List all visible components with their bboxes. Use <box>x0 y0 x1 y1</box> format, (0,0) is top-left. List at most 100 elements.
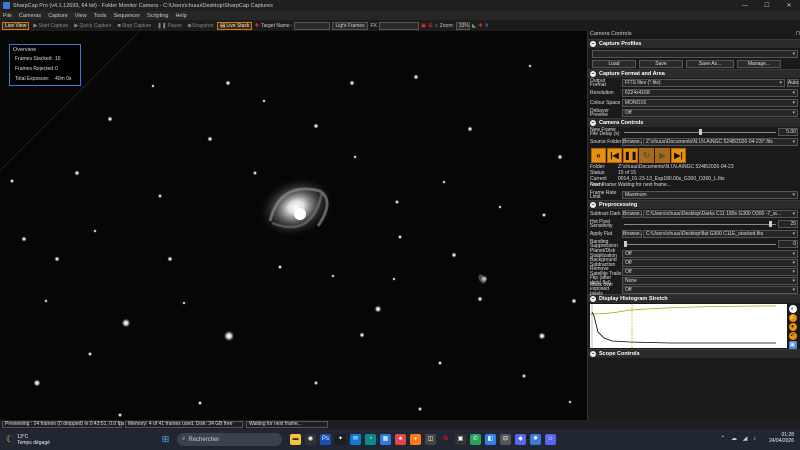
colour-space-select[interactable]: MONO16 <box>622 99 798 107</box>
save-profile-button[interactable]: Save <box>639 60 683 68</box>
banding-value[interactable]: 0 <box>778 240 798 248</box>
skip-back-icon[interactable]: |◀ <box>607 148 622 163</box>
auto-button[interactable]: Auto <box>787 79 799 87</box>
mount-icon[interactable]: ✈ <box>485 23 490 29</box>
auto-stretch-icon[interactable]: ⚡ <box>788 314 797 322</box>
discord-icon[interactable]: ☺ <box>545 434 556 445</box>
output-format-select[interactable]: FITS files (*.fits) <box>622 79 785 87</box>
preprocessing-header[interactable]: – Preprocessing <box>588 200 800 209</box>
taskbar-search[interactable]: ⌕ Rechercher <box>177 433 282 446</box>
flip-select[interactable]: None <box>622 276 798 285</box>
menu-scripting[interactable]: Scripting <box>147 13 168 19</box>
minimize-button[interactable]: — <box>734 3 756 9</box>
maximize-button[interactable]: ☐ <box>756 2 778 9</box>
app-red-icon[interactable]: ♣ <box>395 434 406 445</box>
quick-capture-button[interactable]: ▶ Quick Capture <box>72 22 113 30</box>
rewind-icon[interactable]: « <box>591 148 606 163</box>
load-profile-button[interactable]: Load <box>592 60 636 68</box>
grid-icon[interactable]: ⊞ <box>428 23 433 29</box>
target-name-input[interactable] <box>294 21 331 30</box>
app-dark-icon[interactable]: ▣ <box>455 434 466 445</box>
image-viewport[interactable] <box>0 31 587 420</box>
record-icon[interactable]: ▣ <box>421 23 426 29</box>
file-explorer-icon[interactable]: ▬ <box>290 434 301 445</box>
menu-help[interactable]: Help <box>175 13 186 19</box>
scope-controls-header[interactable]: – Scope Controls <box>588 349 800 358</box>
windows-start-icon[interactable]: ⊞ <box>160 434 171 445</box>
menu-file[interactable]: File <box>3 13 12 19</box>
frame-type-select[interactable]: Light Frames <box>332 21 369 30</box>
zoom-select[interactable]: 33% <box>455 21 470 30</box>
manage-profiles-button[interactable]: Manage... <box>737 60 781 68</box>
hot-pixel-value[interactable]: 25 <box>778 220 798 228</box>
source-folder-select[interactable]: Z:\chuuu\Documents\N.I.N.A\NGC 5248\2026… <box>643 138 798 146</box>
whatsapp-icon[interactable]: ✆ <box>470 434 481 445</box>
snapshot-button[interactable]: ◙ Snapshot <box>186 22 215 30</box>
netflix-icon[interactable]: N <box>440 434 451 445</box>
browse-flat-button[interactable]: Browse... <box>622 230 644 238</box>
app-purple-icon[interactable]: ◆ <box>515 434 526 445</box>
background-select[interactable]: Off <box>622 258 798 267</box>
app-icon[interactable]: ◉ <box>305 434 316 445</box>
capture-format-header[interactable]: – Capture Format and Area <box>588 69 800 78</box>
circle-icon[interactable]: ○ <box>435 23 438 29</box>
hot-pixel-slider[interactable]: 25 <box>622 220 798 228</box>
satellite-select[interactable]: Off <box>622 267 798 276</box>
focus-icon[interactable]: ✚ <box>478 23 483 29</box>
pause-button[interactable]: ❚❚ Pause <box>155 22 183 30</box>
save-icon[interactable]: ▣ <box>788 341 797 349</box>
menu-capture[interactable]: Capture <box>48 13 68 19</box>
photoshop-icon[interactable]: Ps <box>320 434 331 445</box>
app-star-icon[interactable]: ✸ <box>530 434 541 445</box>
live-view-button[interactable]: Live View <box>2 21 30 30</box>
menu-view[interactable]: View <box>75 13 87 19</box>
play-icon[interactable]: ▶ <box>655 148 670 163</box>
live-stack-button[interactable]: ▤ Live Stack <box>217 21 253 30</box>
undo-icon[interactable]: ↶ <box>788 332 797 340</box>
skip-forward-icon[interactable]: ▶| <box>671 148 686 163</box>
browse-source-button[interactable]: Browse... <box>622 138 644 146</box>
planet-select[interactable]: Off <box>622 249 798 258</box>
apply-flat-select[interactable]: C:\Users\chuuu\Desktop\flat G300 C11E_st… <box>643 230 798 238</box>
close-button[interactable]: ✕ <box>778 2 800 9</box>
histogram-header[interactable]: – Display Histogram Stretch <box>588 294 800 303</box>
frame-delay-value[interactable]: 5.00 <box>778 128 798 136</box>
frame-rate-select[interactable]: Maximum <box>622 191 798 199</box>
capture-profiles-header[interactable]: – Capture Profiles <box>588 39 800 48</box>
stop-capture-button[interactable]: ■ Stop Capture <box>116 22 154 30</box>
banding-slider[interactable]: 0 <box>622 240 798 248</box>
pause-icon[interactable]: ❚❚ <box>623 148 638 163</box>
menu-cameras[interactable]: Cameras <box>19 13 41 19</box>
save-as-profile-button[interactable]: Save As... <box>686 60 734 68</box>
edge-icon[interactable]: ◔ <box>365 434 376 445</box>
camera-controls-header[interactable]: – Camera Controls <box>588 118 800 127</box>
app-gray-icon[interactable]: ◫ <box>425 434 436 445</box>
weather-widget[interactable]: ☾ 13°C Temps dégagé <box>0 434 160 446</box>
debayer-select[interactable]: Off <box>622 109 798 117</box>
replay-icon[interactable]: ↻ <box>639 148 654 163</box>
settings-icon[interactable]: ✦ <box>788 323 797 331</box>
menu-tools[interactable]: Tools <box>94 13 107 19</box>
app-misc-icon[interactable]: ⊟ <box>500 434 511 445</box>
subtract-dark-select[interactable]: C:\Users\chuuu\Desktop\Darks C11 180s G3… <box>643 210 798 218</box>
fx-select[interactable] <box>378 21 419 30</box>
slider-thumb[interactable] <box>698 129 702 135</box>
firefox-icon[interactable]: ◕ <box>410 434 421 445</box>
slider-thumb[interactable] <box>624 241 627 247</box>
profile-select[interactable] <box>592 49 798 58</box>
menu-sequencer[interactable]: Sequencer <box>113 13 140 19</box>
system-tray-icons[interactable]: ⌃ ☁ ◢ ♪ <box>720 435 758 442</box>
histogram-plot[interactable]: ◐ ⚡ ✦ ↶ ▣ <box>589 304 798 349</box>
store-icon[interactable]: ▦ <box>380 434 391 445</box>
reset-icon[interactable]: ◐ <box>788 305 797 313</box>
pin-icon[interactable]: ⊓ <box>796 31 800 39</box>
mask-select[interactable]: Off <box>622 285 798 294</box>
slider-thumb[interactable] <box>768 221 772 227</box>
app-blue-icon[interactable]: ◧ <box>485 434 496 445</box>
resolution-select[interactable]: 6224x4168 <box>622 89 798 97</box>
browse-dark-button[interactable]: Browse... <box>622 210 644 218</box>
frame-delay-slider[interactable]: 5.00 <box>622 128 798 136</box>
start-capture-button[interactable]: ▶ Start Capture <box>31 22 70 30</box>
histogram-icon[interactable]: ◣ <box>472 23 476 29</box>
clock[interactable]: 01:28 24/04/2026 <box>769 432 794 444</box>
